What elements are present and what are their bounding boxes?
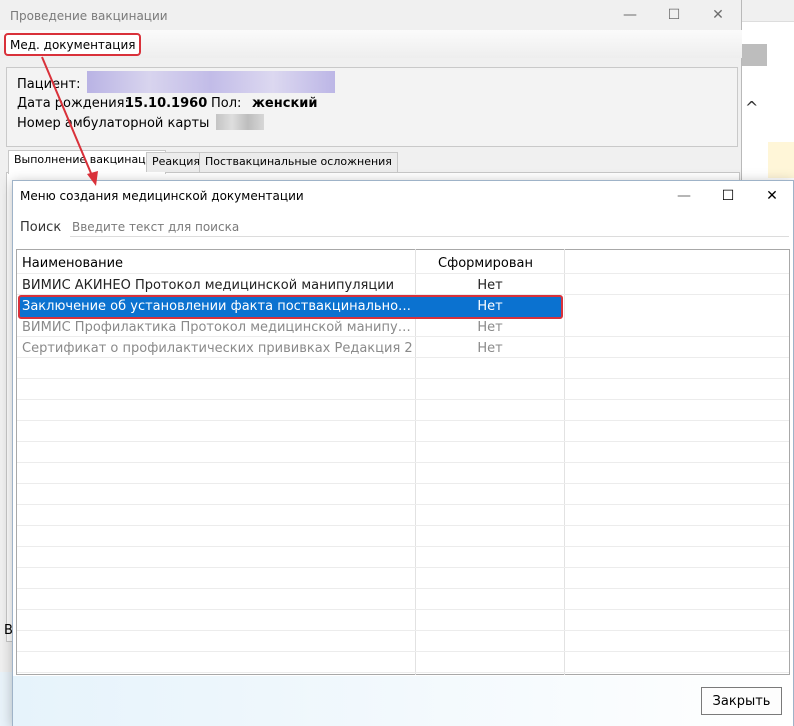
right-strip-highlight xyxy=(768,142,794,178)
tab-vaccination[interactable]: Выполнение вакцинации xyxy=(8,150,166,174)
card-number-label: Номер амбулаторной карты xyxy=(17,116,210,131)
bg-minimize-button[interactable]: — xyxy=(608,0,652,30)
right-strip-scrollbar xyxy=(742,44,767,66)
table-header-row xyxy=(17,253,789,274)
bg-maximize-button[interactable]: ☐ xyxy=(652,0,696,30)
patient-name-redacted xyxy=(87,71,335,93)
table-row-empty xyxy=(17,379,789,400)
row-name[interactable]: ВИМИС АКИНЕО Протокол медицинской манипу… xyxy=(22,275,414,296)
dialog-minimize-button[interactable]: — xyxy=(662,181,706,211)
sex-value: женский xyxy=(252,96,318,111)
close-button[interactable]: Закрыть xyxy=(701,687,782,715)
row-name[interactable]: ВИМИС Профилактика Протокол медицинской … xyxy=(22,317,414,338)
table-row-empty xyxy=(17,610,789,631)
table-row-empty xyxy=(17,400,789,421)
menu-item-med-docs[interactable]: Мед. документация xyxy=(4,33,142,56)
row-name[interactable]: Сертификат о профилактических прививках … xyxy=(22,338,414,359)
table-row-empty xyxy=(17,442,789,463)
table-row-empty xyxy=(17,589,789,610)
sex-label: Пол: xyxy=(211,96,242,111)
right-strip-header xyxy=(742,0,794,22)
table-row-empty xyxy=(17,526,789,547)
dialog-footer xyxy=(13,676,793,726)
bg-close-button[interactable]: ✕ xyxy=(696,0,740,30)
chevron-up-icon[interactable]: ^ xyxy=(745,98,758,117)
row-status: Нет xyxy=(477,341,503,356)
table-row-empty xyxy=(17,421,789,442)
search-label: Поиск xyxy=(20,220,62,235)
dialog-close-icon[interactable]: ✕ xyxy=(750,181,794,211)
row-name-selected[interactable]: Заключение об установлении факта поствак… xyxy=(22,296,414,317)
row-status: Нет xyxy=(477,320,503,335)
row-status: Нет xyxy=(477,278,503,293)
dialog-title: Меню создания медицинской документации xyxy=(20,189,304,203)
table-row-empty xyxy=(17,568,789,589)
dob-label: Дата рождения: xyxy=(17,96,129,111)
dialog-maximize-button[interactable]: ☐ xyxy=(706,181,750,211)
table-row-empty xyxy=(17,631,789,652)
background-window-title: Проведение вакцинации xyxy=(10,9,168,23)
tab-complications[interactable]: Поствакцинальные осложнения xyxy=(199,152,398,172)
card-number-redacted xyxy=(216,114,264,130)
row-status-selected: Нет xyxy=(477,299,503,314)
table-row-empty xyxy=(17,463,789,484)
table-row-empty xyxy=(17,358,789,379)
table-row-empty xyxy=(17,547,789,568)
table-row-empty xyxy=(17,505,789,526)
patient-label: Пациент: xyxy=(17,77,81,92)
dob-value: 15.10.1960 xyxy=(125,96,208,111)
table-row-empty xyxy=(17,652,789,673)
search-input[interactable] xyxy=(70,217,789,237)
table-row-empty xyxy=(17,484,789,505)
tab-reaction[interactable]: Реакция xyxy=(146,152,207,172)
